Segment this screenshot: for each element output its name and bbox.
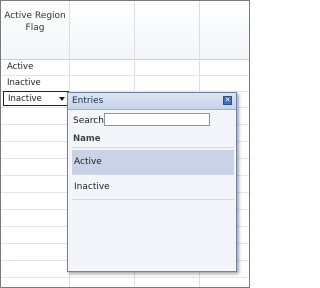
cell-value: Active [7, 62, 34, 72]
select-value: Inactive [8, 94, 42, 104]
popup-title: Entries [72, 96, 104, 106]
cell-value: Inactive [7, 78, 41, 88]
divider [72, 147, 234, 148]
search-input[interactable] [104, 113, 210, 126]
region-flag-select[interactable]: Inactive [3, 91, 69, 106]
column-header-active-region-flag[interactable]: Active Region Flag [1, 10, 69, 34]
table-frame: Active Region Flag Active Inactive Inact… [0, 0, 250, 288]
list-item-active[interactable]: Active [72, 150, 234, 174]
divider [72, 199, 234, 200]
entries-popup: Entries ✕ Search Name Active Inactive [67, 92, 237, 272]
close-icon[interactable]: ✕ [223, 96, 232, 105]
name-column-header: Name [73, 134, 101, 144]
list-item-label: Active [74, 157, 102, 167]
search-label: Search [73, 116, 104, 126]
chevron-down-icon[interactable] [59, 97, 65, 101]
popup-titlebar: Entries ✕ [68, 93, 236, 110]
list-item-label: Inactive [74, 182, 110, 192]
list-item-inactive[interactable]: Inactive [72, 175, 234, 199]
